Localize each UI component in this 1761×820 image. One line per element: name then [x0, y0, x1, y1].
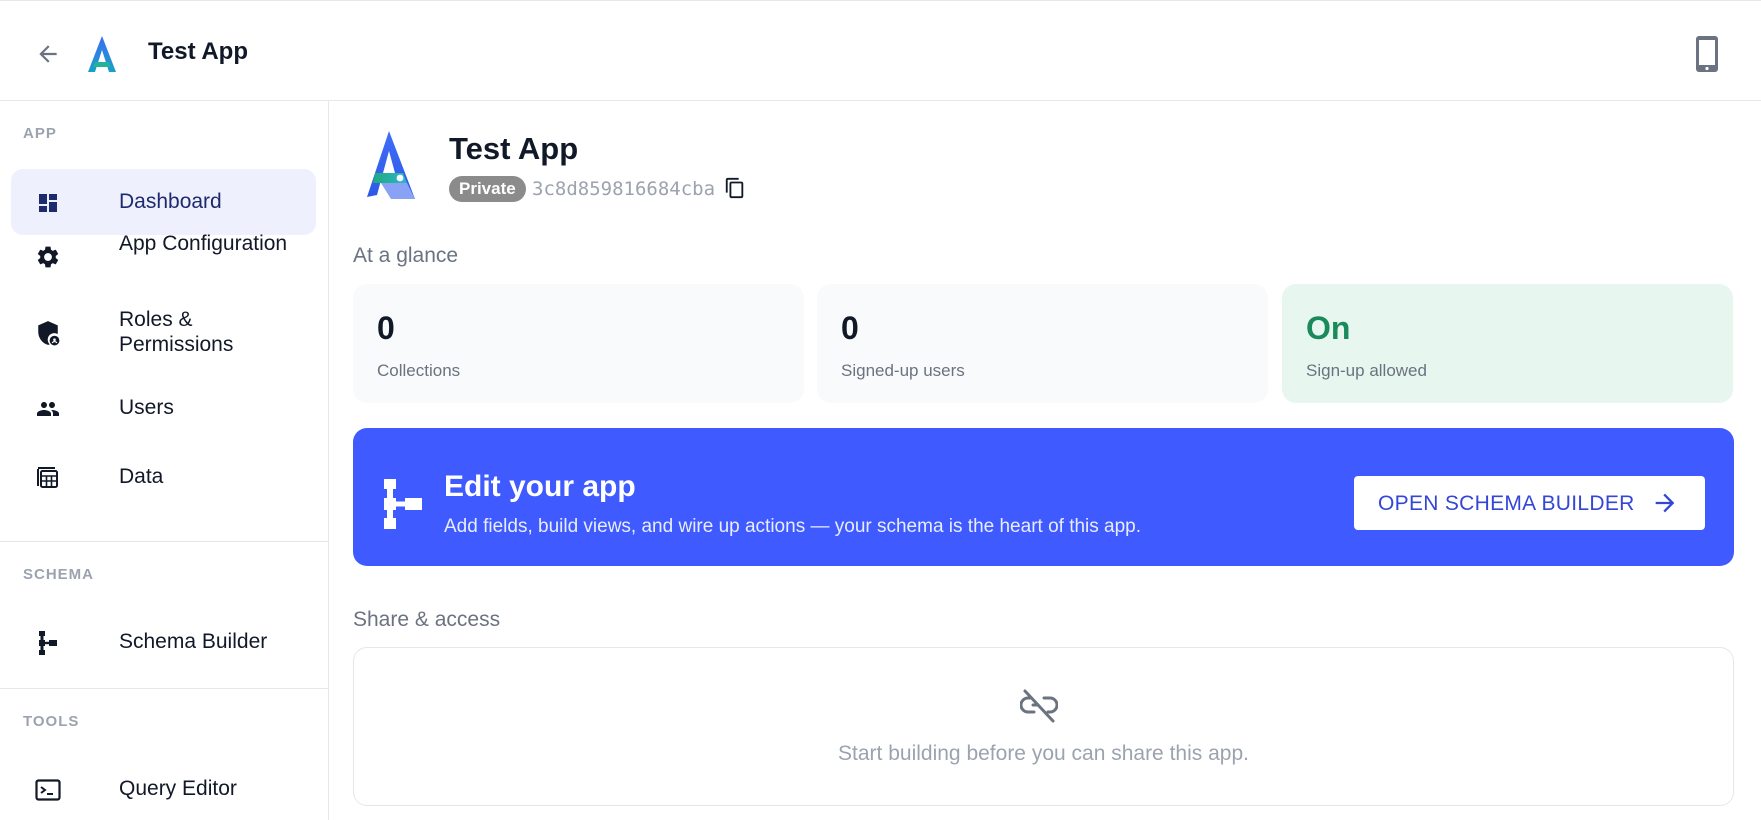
- banner-description: Add fields, build views, and wire up act…: [444, 516, 1142, 537]
- section-title-at-a-glance: At a glance: [353, 244, 459, 267]
- sidebar-item-label: Users: [119, 396, 174, 419]
- sidebar-item-schema-builder[interactable]: Schema Builder: [11, 609, 316, 675]
- sidebar-divider: [0, 688, 329, 689]
- top-bar: Test App: [0, 0, 1761, 101]
- arrow-right-icon: [1655, 493, 1675, 513]
- stat-card-signed-up-users: 0 Signed-up users: [817, 284, 1268, 403]
- app-logo-icon: [88, 36, 116, 72]
- app-logo-icon: [367, 131, 415, 199]
- users-icon: [35, 396, 61, 422]
- sidebar-item-label: Dashboard: [119, 190, 222, 213]
- sidebar-item-label: Query Editor: [119, 777, 237, 800]
- sidebar-item-label: Roles & Permissions: [119, 308, 234, 356]
- schema-tree-icon: [35, 630, 61, 656]
- link-off-icon: [1020, 689, 1058, 723]
- sidebar-item-users[interactable]: Users: [11, 375, 316, 441]
- schema-tree-icon: [384, 479, 422, 529]
- stat-label: Signed-up users: [841, 361, 965, 380]
- main-content: Test App Private 3c8d859816684cba At a g…: [329, 101, 1761, 820]
- open-schema-builder-button[interactable]: OPEN SCHEMA BUILDER: [1354, 476, 1705, 530]
- stat-card-sign-up-allowed: On Sign-up allowed: [1282, 284, 1733, 403]
- sidebar-item-label: Schema Builder: [119, 630, 268, 653]
- page-title: Test App: [449, 131, 579, 166]
- dashboard-icon: [35, 190, 61, 216]
- stat-card-collections: 0 Collections: [353, 284, 804, 403]
- share-empty-message: Start building before you can share this…: [838, 742, 1249, 765]
- stat-value: On: [1306, 310, 1351, 346]
- sidebar-section-tools: TOOLS: [23, 713, 80, 730]
- header-app-title: Test App: [148, 38, 248, 65]
- share-access-card: Start building before you can share this…: [353, 647, 1734, 806]
- device-preview-button[interactable]: [1692, 34, 1722, 74]
- sidebar-item-label: App Configuration: [119, 232, 288, 255]
- gear-icon: [35, 244, 61, 270]
- sidebar-item-data[interactable]: Data: [11, 444, 316, 510]
- mobile-phone-icon: [1696, 36, 1718, 72]
- back-button[interactable]: [30, 36, 66, 72]
- copy-id-button[interactable]: [722, 175, 748, 201]
- sidebar-item-roles-permissions[interactable]: Roles & Permissions: [11, 299, 316, 365]
- terminal-icon: [35, 777, 61, 803]
- stat-label: Sign-up allowed: [1306, 361, 1427, 380]
- section-title-share-access: Share & access: [353, 608, 501, 631]
- stat-value: 0: [841, 310, 859, 346]
- sidebar-section-app: APP: [23, 125, 57, 142]
- app-id: 3c8d859816684cba: [532, 178, 716, 200]
- banner-title: Edit your app: [444, 470, 636, 503]
- sidebar-divider: [0, 541, 329, 542]
- stat-value: 0: [377, 310, 395, 346]
- sidebar-item-app-configuration[interactable]: App Configuration: [11, 223, 316, 289]
- shield-lock-icon: [35, 320, 61, 346]
- copy-icon: [725, 177, 744, 199]
- sidebar-item-query-editor[interactable]: Query Editor: [11, 756, 316, 820]
- edit-app-banner: Edit your app Add fields, build views, a…: [353, 428, 1734, 566]
- table-icon: [35, 465, 61, 491]
- sidebar-item-label: Data: [119, 465, 164, 488]
- visibility-badge: Private: [449, 176, 526, 202]
- arrow-left-icon: [39, 45, 57, 63]
- stat-label: Collections: [377, 361, 461, 380]
- button-label: OPEN SCHEMA BUILDER: [1378, 492, 1635, 515]
- sidebar: APP Dashboard App Configuration Roles & …: [0, 101, 329, 820]
- sidebar-section-schema: SCHEMA: [23, 566, 95, 583]
